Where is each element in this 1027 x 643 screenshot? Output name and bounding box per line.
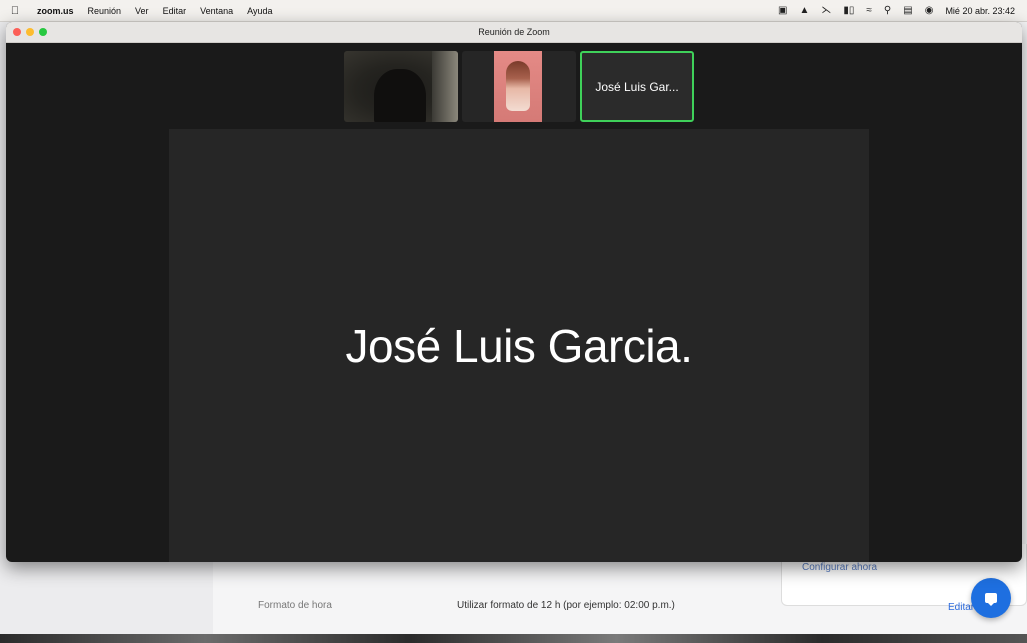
bluetooth-icon[interactable]: ⋋ [821,5,831,16]
time-format-value: Utilizar formato de 12 h (por ejemplo: 0… [457,600,675,611]
spotlight-search-icon[interactable]: ⚲ [884,5,891,16]
time-format-label: Formato de hora [258,600,332,611]
active-speaker-name: José Luis Garcia. [345,319,693,372]
video-background [432,51,458,122]
zoom-meeting-window: Reunión de Zoom José Luis Gar... José Lu… [6,22,1022,562]
menu-ayuda[interactable]: Ayuda [240,6,279,16]
menu-app-zoom[interactable]: zoom.us [30,6,81,16]
menu-ver[interactable]: Ver [128,6,156,16]
notification-icon[interactable]: ▲ [800,5,810,16]
macos-menu-bar:  zoom.us Reunión Ver Editar Ventana Ayu… [0,0,1027,22]
window-title-bar[interactable]: Reunión de Zoom [6,22,1022,43]
chat-button[interactable] [971,578,1011,618]
battery-icon[interactable]: ▮▯ [843,5,854,16]
chat-bubble-icon [985,593,997,606]
participant-thumbnail-3[interactable]: José Luis Gar... [580,51,694,122]
screen-record-icon[interactable]: ▣ [778,5,787,16]
background-bottom-strip [0,634,1027,643]
participant-video-person [506,61,530,111]
menu-editar[interactable]: Editar [156,6,194,16]
participant-video-person [374,69,426,122]
participant-thumbnail-1[interactable] [344,51,458,122]
participant-name-label: José Luis Gar... [595,79,679,94]
menu-ventana[interactable]: Ventana [193,6,240,16]
menu-reunion[interactable]: Reunión [81,6,129,16]
participant-thumbnail-strip: José Luis Gar... [344,51,694,122]
menu-bar-status-area: ▣ ▲ ⋋ ▮▯ ≈ ⚲ ▤ ◉ Mié 20 abr. 23:42 [778,5,1027,16]
apple-menu-icon[interactable]:  [0,5,30,17]
edit-link[interactable]: Editar [948,602,974,613]
active-speaker-view[interactable]: José Luis Garcia. [169,129,869,562]
window-title: Reunión de Zoom [478,27,550,37]
background-card-link[interactable]: Configurar ahora [802,562,877,573]
control-center-icon[interactable]: ▤ [903,5,912,16]
siri-icon[interactable]: ◉ [925,5,934,16]
wifi-icon[interactable]: ≈ [866,5,872,16]
menu-bar-clock[interactable]: Mié 20 abr. 23:42 [945,6,1015,16]
participant-thumbnail-2[interactable] [462,51,576,122]
